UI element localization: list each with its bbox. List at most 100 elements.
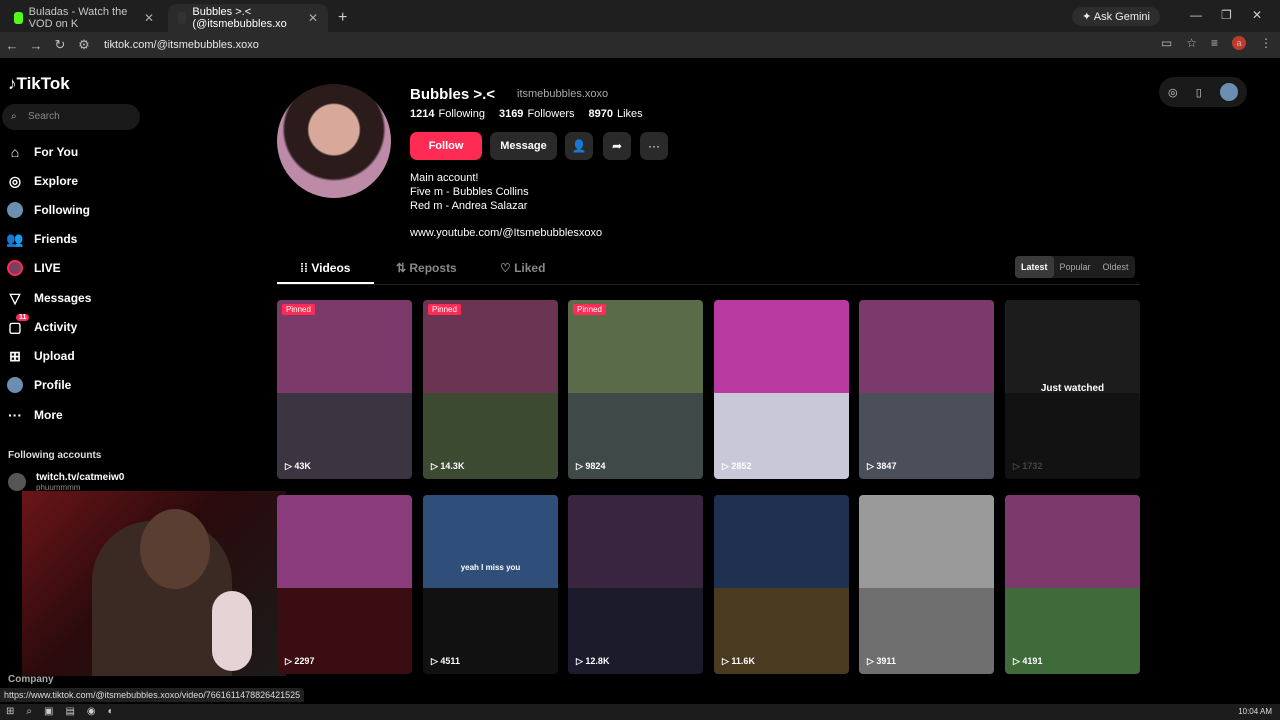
- media-icon[interactable]: ≡: [1211, 36, 1218, 50]
- tab-videos[interactable]: ⁞⁞ Videos: [300, 261, 350, 275]
- view-count-value: 3847: [876, 461, 897, 471]
- chrome-icon[interactable]: ◉: [87, 706, 96, 717]
- play-icon: ▷: [285, 656, 295, 666]
- gemini-label: Ask Gemini: [1093, 11, 1150, 23]
- cast-icon[interactable]: ▭: [1161, 36, 1172, 50]
- video-card[interactable]: ▷ 12.8K: [568, 495, 703, 674]
- minimize-icon[interactable]: —: [1190, 8, 1202, 22]
- pinned-badge: Pinned: [428, 304, 461, 315]
- view-count-value: 4511: [440, 656, 460, 666]
- video-card[interactable]: ▷ 3847: [859, 300, 994, 479]
- reload-icon[interactable]: ↻: [48, 37, 72, 53]
- following-stat[interactable]: 1214 Following: [410, 108, 485, 120]
- search-input[interactable]: ⌕ Search: [2, 104, 140, 130]
- likes-count: 8970: [588, 108, 613, 120]
- url-input[interactable]: tiktok.com/@itsmebubbles.xoxo: [104, 39, 259, 51]
- video-card[interactable]: ▷ 3911: [859, 495, 994, 674]
- close-tab-icon[interactable]: ✕: [308, 11, 318, 25]
- browser-profile-avatar[interactable]: a: [1232, 36, 1246, 50]
- following-accounts-heading: Following accounts: [8, 450, 102, 461]
- top-right-toolbar: ◎ ▯: [1159, 77, 1247, 107]
- profile-handle: itsmebubbles.xoxo: [517, 88, 609, 100]
- tiktok-note-icon: ♪: [8, 74, 17, 93]
- coins-icon[interactable]: ◎: [1168, 86, 1178, 99]
- play-icon: ▷: [867, 461, 877, 471]
- video-card[interactable]: yeah I miss you ▷ 4511: [423, 495, 558, 674]
- follow-button[interactable]: Follow: [410, 132, 482, 160]
- browser-tab-kick[interactable]: Buladas - Watch the VOD on K ✕: [4, 4, 164, 32]
- tab-liked[interactable]: ♡ Liked: [500, 261, 545, 275]
- view-count: ▷ 2852: [722, 461, 751, 472]
- forward-icon[interactable]: →: [24, 38, 48, 53]
- task-view-icon[interactable]: ▣: [44, 706, 53, 717]
- profile-tabs: ⁞⁞ Videos ⇅ Reposts ♡ Liked: [277, 255, 1140, 285]
- more-options-icon[interactable]: ···: [640, 132, 668, 160]
- view-count: ▷ 43K: [285, 461, 311, 472]
- video-card[interactable]: Pinned ▷ 14.3K: [423, 300, 558, 479]
- bookmark-star-icon[interactable]: ☆: [1186, 36, 1197, 50]
- sidebar-item-messages[interactable]: ▽ Messages: [6, 289, 92, 307]
- close-tab-icon[interactable]: ✕: [144, 11, 154, 25]
- sidebar-item-activity[interactable]: ▢ 11 Activity: [6, 314, 78, 336]
- message-button[interactable]: Message: [490, 132, 557, 160]
- file-explorer-icon[interactable]: ▤: [65, 706, 74, 717]
- sidebar-item-label: LIVE: [34, 261, 61, 275]
- sidebar-item-label: Activity: [34, 320, 78, 334]
- view-count-value: 14.3K: [440, 461, 465, 471]
- video-card[interactable]: Pinned ▷ 43K: [277, 300, 412, 479]
- sidebar-item-explore[interactable]: ◎ Explore: [6, 172, 78, 190]
- followers-stat[interactable]: 3169 Followers: [499, 108, 575, 120]
- active-tab-indicator: [277, 282, 374, 284]
- video-card[interactable]: ▷ 2297: [277, 495, 412, 674]
- sort-latest[interactable]: Latest: [1015, 256, 1054, 278]
- back-icon[interactable]: ←: [0, 38, 24, 53]
- share-icon[interactable]: ➦: [603, 132, 631, 160]
- video-card[interactable]: ▷ 11.6K: [714, 495, 849, 674]
- windows-start-icon[interactable]: ⊞: [6, 706, 14, 717]
- steam-icon[interactable]: ◐: [108, 706, 114, 717]
- view-count: ▷ 3911: [867, 656, 896, 667]
- sidebar-item-label: Explore: [34, 174, 79, 188]
- view-count: ▷ 4191: [1013, 656, 1042, 667]
- profile-display-name: Bubbles >.<: [410, 86, 496, 103]
- sidebar-item-live[interactable]: LIVE: [6, 259, 61, 277]
- profile-avatar[interactable]: [277, 84, 391, 198]
- browser-menu-icon[interactable]: ⋮: [1260, 36, 1272, 50]
- video-card[interactable]: Pinned ▷ 9824: [568, 300, 703, 479]
- ask-gemini-button[interactable]: ✦ Ask Gemini: [1072, 7, 1160, 26]
- maximize-icon[interactable]: ❐: [1221, 8, 1232, 22]
- play-icon: ▷: [576, 656, 586, 666]
- microphone-image: [212, 591, 252, 671]
- kick-favicon-icon: [14, 12, 23, 24]
- view-count: ▷ 14.3K: [431, 461, 464, 472]
- following-label: Following: [438, 108, 485, 120]
- profile-link[interactable]: www.youtube.com/@Itsmebubblesxoxo: [410, 227, 602, 239]
- close-window-icon[interactable]: ✕: [1252, 8, 1262, 22]
- suggest-accounts-icon[interactable]: 👤: [565, 132, 593, 160]
- sidebar-item-for-you[interactable]: ⌂ For You: [6, 143, 78, 161]
- site-info-icon[interactable]: ⚙: [72, 37, 96, 53]
- new-tab-button[interactable]: +: [328, 4, 357, 32]
- video-card[interactable]: Just watched ▷ 1732: [1005, 300, 1140, 479]
- more-icon: ···: [8, 407, 22, 423]
- device-icon[interactable]: ▯: [1196, 86, 1202, 99]
- tiktok-logo[interactable]: ♪TikTok: [8, 74, 70, 94]
- search-icon: ⌕: [11, 111, 17, 122]
- sort-oldest[interactable]: Oldest: [1097, 256, 1135, 278]
- tab-reposts[interactable]: ⇅ Reposts: [396, 261, 457, 275]
- user-avatar[interactable]: [1219, 83, 1238, 101]
- sidebar-item-profile[interactable]: Profile: [6, 376, 71, 394]
- sidebar-item-friends[interactable]: 👥 Friends: [6, 230, 77, 248]
- browser-tab-tiktok[interactable]: Bubbles >.< (@itsmebubbles.xo ✕: [168, 4, 328, 32]
- sidebar-item-more[interactable]: ··· More: [6, 406, 63, 424]
- video-card[interactable]: ▷ 4191: [1005, 495, 1140, 674]
- view-count: ▷ 11.6K: [722, 656, 755, 667]
- sidebar-item-following[interactable]: Following: [6, 201, 90, 219]
- sidebar-item-upload[interactable]: ⊞ Upload: [6, 347, 75, 365]
- friends-icon: 👥: [6, 230, 24, 247]
- following-account-item[interactable]: twitch.tv/catmeiw0 phuummmm: [8, 472, 124, 492]
- company-link[interactable]: Company: [8, 674, 54, 685]
- video-card[interactable]: ▷ 2852: [714, 300, 849, 479]
- sort-popular[interactable]: Popular: [1054, 256, 1097, 278]
- taskbar-search-icon[interactable]: ⌕: [26, 706, 32, 717]
